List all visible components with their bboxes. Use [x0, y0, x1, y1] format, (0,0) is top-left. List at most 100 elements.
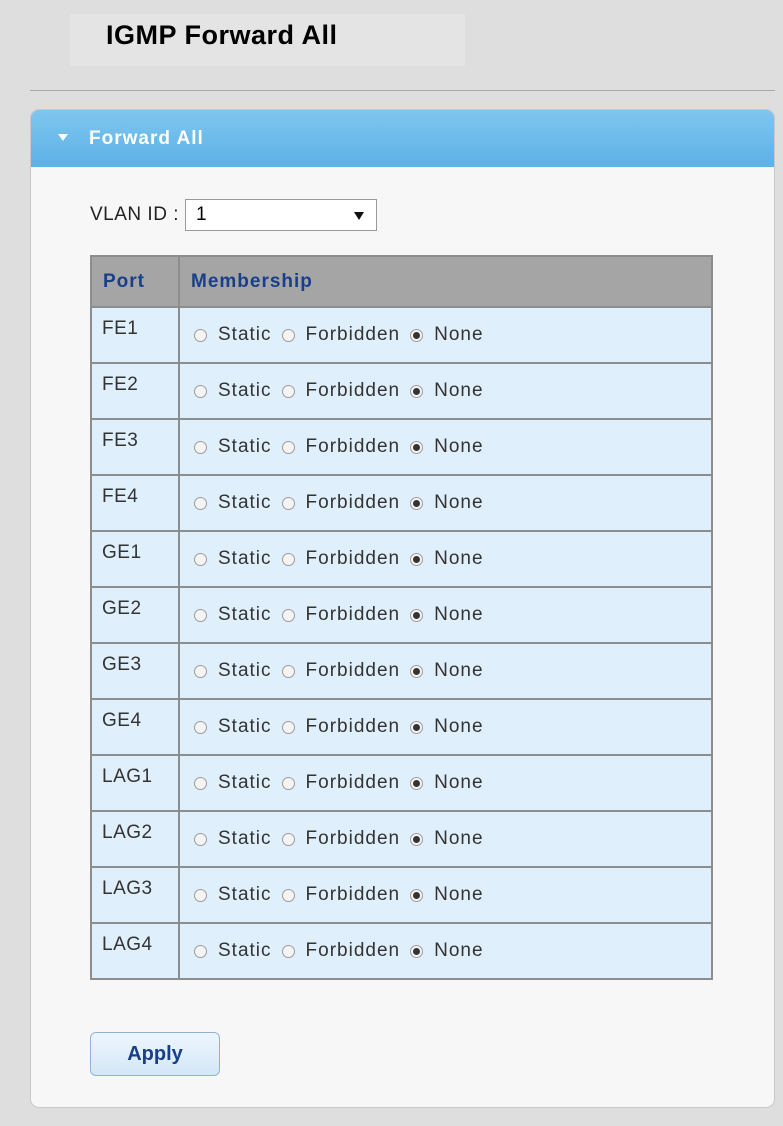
- radio-static[interactable]: Static: [194, 604, 272, 626]
- radio-forbidden[interactable]: Forbidden: [281, 716, 401, 738]
- radio-none-button[interactable]: [410, 496, 424, 510]
- radio-none-button[interactable]: [410, 944, 424, 958]
- port-membership-table: Port Membership FE1 Static Forbidden None FE…: [90, 255, 713, 980]
- radio-static[interactable]: Static: [194, 436, 272, 458]
- radio-static-button[interactable]: [194, 552, 207, 566]
- radio-none[interactable]: None: [410, 716, 483, 738]
- radio-none[interactable]: None: [410, 436, 483, 458]
- port-cell: GE1: [90, 530, 180, 588]
- radio-static-button[interactable]: [194, 776, 207, 790]
- radio-forbidden[interactable]: Forbidden: [281, 660, 401, 682]
- radio-forbidden[interactable]: Forbidden: [281, 324, 401, 346]
- radio-static-label: Static: [218, 940, 272, 961]
- radio-none[interactable]: None: [410, 548, 483, 570]
- radio-static[interactable]: Static: [194, 828, 272, 850]
- radio-static[interactable]: Static: [194, 548, 272, 570]
- table-row: LAG3 Static Forbidden None: [90, 866, 713, 924]
- radio-forbidden-label: Forbidden: [305, 548, 401, 569]
- membership-cell: Static Forbidden None: [178, 866, 713, 924]
- port-cell: FE4: [90, 474, 180, 532]
- radio-none[interactable]: None: [410, 828, 483, 850]
- radio-forbidden-label: Forbidden: [305, 660, 401, 681]
- page-title: IGMP Forward All: [106, 20, 338, 50]
- radio-static-label: Static: [218, 492, 272, 513]
- radio-none-button[interactable]: [410, 328, 424, 342]
- radio-none-button[interactable]: [410, 664, 424, 678]
- radio-forbidden-label: Forbidden: [305, 716, 401, 737]
- radio-forbidden[interactable]: Forbidden: [281, 604, 401, 626]
- radio-static[interactable]: Static: [194, 324, 272, 346]
- radio-forbidden[interactable]: Forbidden: [281, 940, 401, 962]
- radio-static-button[interactable]: [194, 832, 207, 846]
- port-cell: FE1: [90, 306, 180, 364]
- radio-forbidden-button[interactable]: [281, 664, 295, 678]
- radio-none-label: None: [434, 436, 484, 457]
- radio-static[interactable]: Static: [194, 492, 272, 514]
- radio-none[interactable]: None: [410, 604, 483, 626]
- radio-static-button[interactable]: [194, 440, 207, 454]
- radio-static[interactable]: Static: [194, 772, 272, 794]
- radio-static-button[interactable]: [194, 944, 207, 958]
- radio-none-button[interactable]: [410, 776, 424, 790]
- radio-forbidden-button[interactable]: [281, 608, 295, 622]
- radio-none-button[interactable]: [410, 384, 424, 398]
- radio-forbidden-button[interactable]: [281, 832, 295, 846]
- radio-forbidden-button[interactable]: [281, 440, 295, 454]
- collapse-triangle-icon[interactable]: [58, 134, 68, 141]
- radio-none-button[interactable]: [410, 832, 424, 846]
- radio-forbidden-button[interactable]: [281, 384, 295, 398]
- membership-cell: Static Forbidden None: [178, 306, 713, 364]
- radio-static[interactable]: Static: [194, 380, 272, 402]
- radio-static-button[interactable]: [194, 888, 207, 902]
- radio-static-button[interactable]: [194, 720, 207, 734]
- forward-all-panel: Forward All VLAN ID : 1 Port Membership …: [30, 109, 775, 1108]
- title-divider: [30, 90, 775, 91]
- radio-forbidden-button[interactable]: [281, 496, 295, 510]
- radio-forbidden-button[interactable]: [281, 888, 295, 902]
- radio-none-button[interactable]: [410, 888, 424, 902]
- radio-forbidden-button[interactable]: [281, 944, 295, 958]
- radio-static[interactable]: Static: [194, 884, 272, 906]
- radio-none-button[interactable]: [410, 440, 424, 454]
- vlan-id-select[interactable]: 1: [184, 199, 377, 231]
- radio-forbidden[interactable]: Forbidden: [281, 884, 401, 906]
- radio-none-button[interactable]: [410, 552, 424, 566]
- radio-static-button[interactable]: [194, 496, 207, 510]
- radio-forbidden[interactable]: Forbidden: [281, 548, 401, 570]
- panel-header[interactable]: Forward All: [31, 110, 774, 167]
- radio-forbidden-label: Forbidden: [305, 324, 401, 345]
- radio-static-label: Static: [218, 324, 272, 345]
- radio-none-label: None: [434, 380, 484, 401]
- radio-static-button[interactable]: [194, 664, 207, 678]
- radio-static[interactable]: Static: [194, 940, 272, 962]
- radio-none[interactable]: None: [410, 772, 483, 794]
- membership-cell: Static Forbidden None: [178, 698, 713, 756]
- radio-static-label: Static: [218, 604, 272, 625]
- radio-none-button[interactable]: [410, 720, 424, 734]
- radio-forbidden-label: Forbidden: [305, 772, 401, 793]
- radio-static[interactable]: Static: [194, 716, 272, 738]
- radio-none-button[interactable]: [410, 608, 424, 622]
- radio-none[interactable]: None: [410, 884, 483, 906]
- radio-forbidden[interactable]: Forbidden: [281, 436, 401, 458]
- radio-static[interactable]: Static: [194, 660, 272, 682]
- radio-forbidden-button[interactable]: [281, 328, 295, 342]
- radio-forbidden-button[interactable]: [281, 720, 295, 734]
- radio-forbidden[interactable]: Forbidden: [281, 772, 401, 794]
- radio-none-label: None: [434, 828, 484, 849]
- radio-none[interactable]: None: [410, 380, 483, 402]
- radio-forbidden-button[interactable]: [281, 552, 295, 566]
- radio-none[interactable]: None: [410, 324, 483, 346]
- port-cell: LAG4: [90, 922, 180, 980]
- radio-static-button[interactable]: [194, 608, 207, 622]
- radio-static-button[interactable]: [194, 328, 207, 342]
- radio-forbidden[interactable]: Forbidden: [281, 828, 401, 850]
- apply-button[interactable]: Apply: [90, 1032, 220, 1076]
- radio-none[interactable]: None: [410, 492, 483, 514]
- radio-static-button[interactable]: [194, 384, 207, 398]
- radio-none[interactable]: None: [410, 940, 483, 962]
- radio-forbidden[interactable]: Forbidden: [281, 492, 401, 514]
- radio-forbidden[interactable]: Forbidden: [281, 380, 401, 402]
- radio-forbidden-button[interactable]: [281, 776, 295, 790]
- radio-none[interactable]: None: [410, 660, 483, 682]
